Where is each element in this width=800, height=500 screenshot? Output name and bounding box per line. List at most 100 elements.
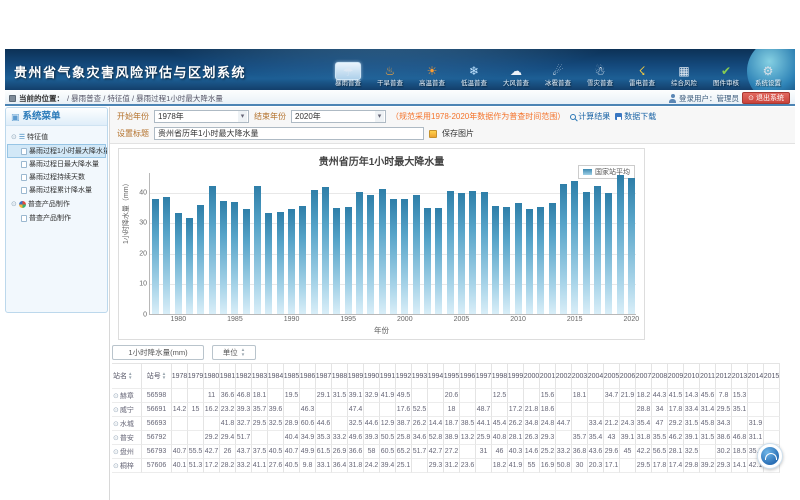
bar-2005[interactable] [458, 193, 465, 314]
bar-2012[interactable] [537, 207, 544, 314]
floating-widget-button[interactable] [757, 443, 783, 469]
bar-2000[interactable] [401, 199, 408, 314]
col-header-1988[interactable]: 1988 [332, 363, 348, 389]
toolbar-item-雷电普查[interactable]: ☇雷电普查 [621, 61, 663, 89]
col-header-2006[interactable]: 2006 [620, 363, 636, 389]
bar-1982[interactable] [197, 205, 204, 314]
bar-1989[interactable] [277, 212, 284, 314]
bar-1997[interactable] [367, 195, 374, 314]
col-header-1978[interactable]: 1978 [172, 363, 188, 389]
toolbar-item-暴雨普查[interactable]: ☂暴雨普查 [327, 61, 369, 89]
bar-2018[interactable] [605, 193, 612, 314]
sidebar-item-暴雨过程持续天数[interactable]: 暴雨过程持续天数 [8, 171, 105, 183]
col-header-2010[interactable]: 2010 [684, 363, 700, 389]
bar-2004[interactable] [447, 191, 454, 314]
expand-row-icon[interactable]: ⊙ [113, 462, 119, 470]
col-header-1981[interactable]: 1981 [220, 363, 236, 389]
col-header-2013[interactable]: 2013 [732, 363, 748, 389]
bar-2019[interactable] [617, 175, 624, 314]
save-image-button[interactable]: 保存图片 [442, 128, 474, 139]
toolbar-item-综合风险[interactable]: ▦综合风险 [663, 61, 705, 89]
chevron-down-icon[interactable]: ▾ [375, 111, 384, 122]
sidebar-item-暴雨过程1小时最大降水量[interactable]: 暴雨过程1小时最大降水量 [8, 145, 105, 157]
sidebar-group-普查产品制作[interactable]: ⊙普查产品制作 [8, 197, 105, 211]
col-header-2015[interactable]: 2015 [764, 363, 780, 389]
col-header-1985[interactable]: 1985 [284, 363, 300, 389]
bar-2003[interactable] [435, 208, 442, 314]
bar-1991[interactable] [299, 206, 306, 314]
expand-row-icon[interactable]: ⊙ [113, 420, 119, 428]
col-header-1997[interactable]: 1997 [476, 363, 492, 389]
bar-1998[interactable] [379, 189, 386, 314]
col-header-1990[interactable]: 1990 [364, 363, 380, 389]
bar-1978[interactable] [152, 199, 159, 314]
bar-1992[interactable] [311, 190, 318, 314]
breadcrumb-path[interactable]: / 暴雨普查 / 特征值 / 暴雨过程1小时最大降水量 [67, 93, 223, 104]
col-header-2012[interactable]: 2012 [716, 363, 732, 389]
bar-2001[interactable] [413, 195, 420, 314]
expand-row-icon[interactable]: ⊙ [113, 392, 119, 400]
bar-2010[interactable] [515, 203, 522, 314]
col-header-2003[interactable]: 2003 [572, 363, 588, 389]
toolbar-item-图件审核[interactable]: ✔图件审核 [705, 61, 747, 89]
sidebar-item-暴雨过程日最大降水量[interactable]: 暴雨过程日最大降水量 [8, 158, 105, 170]
col-header-2001[interactable]: 2001 [540, 363, 556, 389]
start-year-select[interactable]: 1978年 ▾ [154, 110, 249, 123]
chevron-down-icon[interactable]: ▾ [238, 111, 247, 122]
col-header-1998[interactable]: 1998 [492, 363, 508, 389]
bar-2007[interactable] [481, 192, 488, 314]
col-header-1992[interactable]: 1992 [396, 363, 412, 389]
col-header-1995[interactable]: 1995 [444, 363, 460, 389]
col-header-1980[interactable]: 1980 [204, 363, 220, 389]
bar-2013[interactable] [549, 203, 556, 314]
toolbar-item-冰雹普查[interactable]: ☄冰雹普查 [537, 61, 579, 89]
station-name-cell[interactable]: ⊙水城 [112, 417, 142, 431]
bar-2014[interactable] [560, 184, 567, 314]
col-header-1989[interactable]: 1989 [348, 363, 364, 389]
bar-1994[interactable] [333, 208, 340, 314]
bar-2006[interactable] [469, 191, 476, 314]
bar-1980[interactable] [175, 213, 182, 314]
toolbar-item-雪灾普查[interactable]: ☃雪灾普查 [579, 61, 621, 89]
col-header-station[interactable]: 站名▲▼ [112, 363, 142, 389]
col-header-1979[interactable]: 1979 [188, 363, 204, 389]
bar-2002[interactable] [424, 208, 431, 314]
col-header-2002[interactable]: 2002 [556, 363, 572, 389]
col-header-1986[interactable]: 1986 [300, 363, 316, 389]
toolbar-item-高温普查[interactable]: ☀高温普查 [411, 61, 453, 89]
bar-1995[interactable] [345, 207, 352, 314]
col-header-2007[interactable]: 2007 [636, 363, 652, 389]
toolbar-item-大风普查[interactable]: ☁大风普查 [495, 61, 537, 89]
col-header-2004[interactable]: 2004 [588, 363, 604, 389]
col-header-1994[interactable]: 1994 [428, 363, 444, 389]
bar-1993[interactable] [322, 187, 329, 314]
sort-arrows-icon[interactable]: ▲▼ [241, 348, 245, 357]
col-header-2005[interactable]: 2005 [604, 363, 620, 389]
toolbar-item-低温普查[interactable]: ❄低温普查 [453, 61, 495, 89]
bar-2017[interactable] [594, 186, 601, 314]
col-header-1993[interactable]: 1993 [412, 363, 428, 389]
bar-2008[interactable] [492, 206, 499, 314]
sidebar-item-暴雨过程累计降水量[interactable]: 暴雨过程累计降水量 [8, 184, 105, 196]
calculate-button[interactable]: 计算结果 [570, 111, 610, 122]
sort-arrows-icon[interactable]: ▲▼ [128, 372, 132, 381]
col-header-2011[interactable]: 2011 [700, 363, 716, 389]
station-name-cell[interactable]: ⊙赫章 [112, 389, 142, 403]
bar-1985[interactable] [231, 202, 238, 314]
bar-1981[interactable] [186, 218, 193, 314]
sidebar-item-普查产品制作[interactable]: 普查产品制作 [8, 212, 105, 224]
logout-button[interactable]: ⊙ 退出系统 [742, 92, 790, 104]
end-year-select[interactable]: 2020年 ▾ [291, 110, 386, 123]
data-download-button[interactable]: 数据下载 [615, 111, 656, 122]
bar-1996[interactable] [356, 192, 363, 314]
unit-sort-chip[interactable]: 单位 ▲▼ [212, 345, 256, 360]
bar-1987[interactable] [254, 186, 261, 314]
col-header-1991[interactable]: 1991 [380, 363, 396, 389]
bar-1990[interactable] [288, 209, 295, 314]
bar-2016[interactable] [583, 192, 590, 314]
expand-row-icon[interactable]: ⊙ [113, 434, 119, 442]
col-header-2014[interactable]: 2014 [748, 363, 764, 389]
toolbar-item-系统设置[interactable]: ⚙系统设置 [747, 61, 789, 89]
col-header-1996[interactable]: 1996 [460, 363, 476, 389]
chart-title-input[interactable]: 贵州省历年1小时最大降水量 [154, 127, 424, 140]
